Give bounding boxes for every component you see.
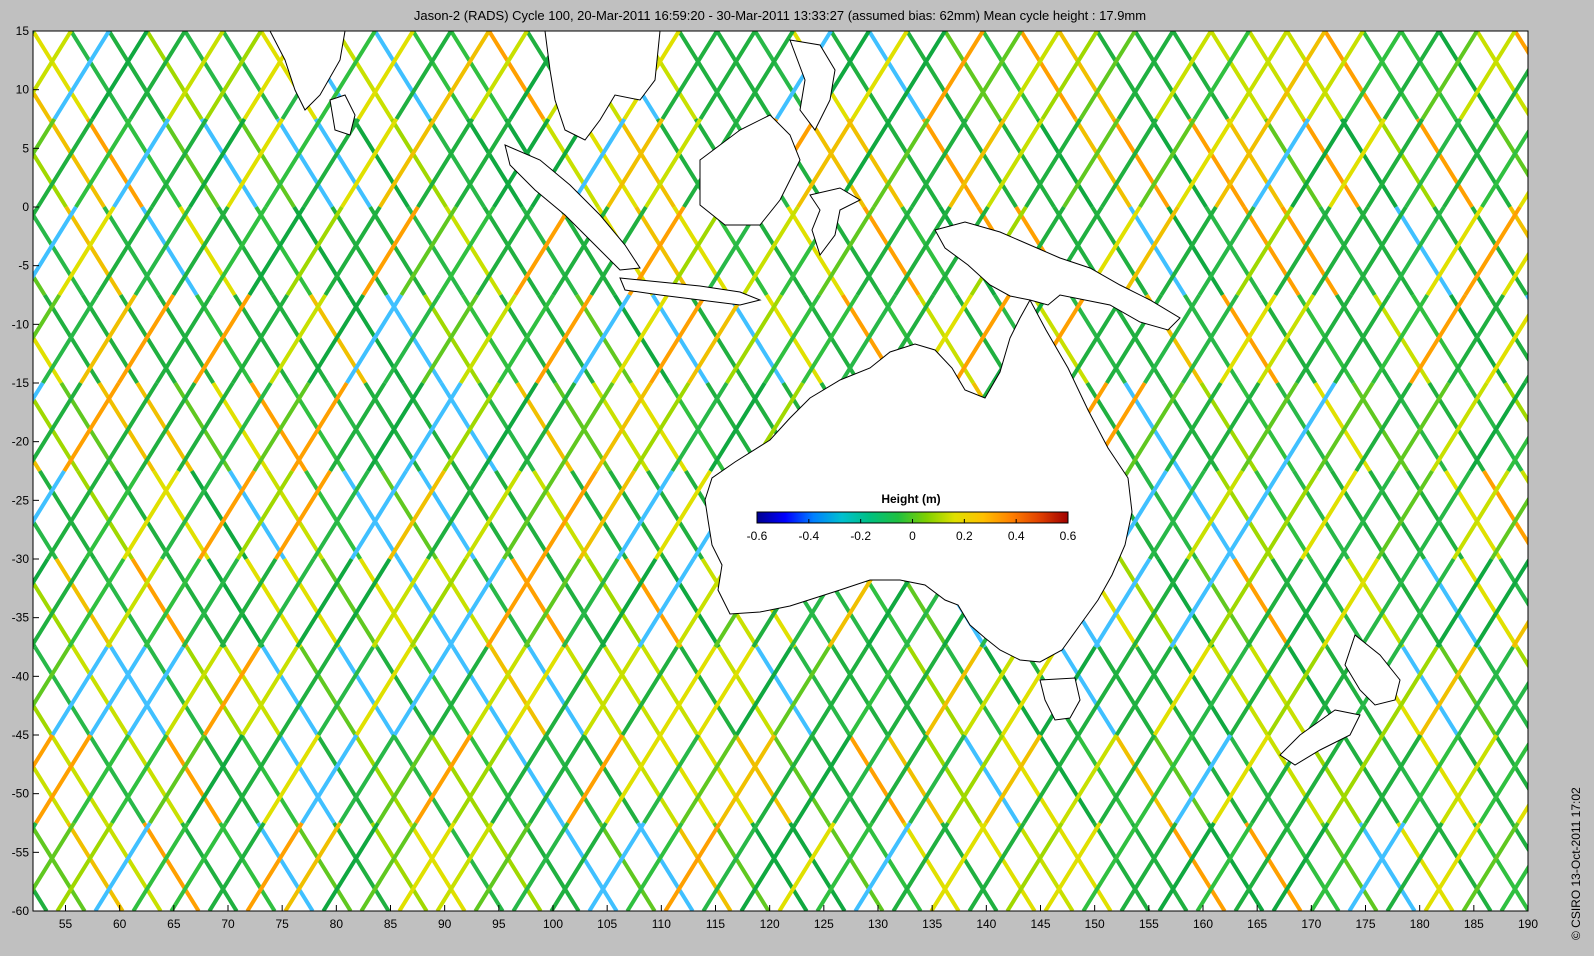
colorbar-tick-label: 0.6 bbox=[1060, 529, 1077, 543]
track-segment bbox=[0, 735, 15, 823]
track-segment bbox=[1539, 823, 1594, 911]
track-segment bbox=[0, 119, 28, 207]
y-tick-label: -35 bbox=[12, 611, 30, 625]
y-tick-label: -20 bbox=[12, 435, 30, 449]
x-tick-label: 155 bbox=[1139, 917, 1159, 931]
x-tick-label: 90 bbox=[438, 917, 452, 931]
x-tick-label: 80 bbox=[330, 917, 344, 931]
track-segment bbox=[0, 471, 26, 559]
y-tick-label: 5 bbox=[22, 141, 29, 155]
track-segment bbox=[1543, 383, 1594, 471]
x-tick-label: 100 bbox=[543, 917, 563, 931]
colorbar-tick-label: -0.6 bbox=[747, 529, 768, 543]
x-tick-label: 110 bbox=[652, 917, 671, 931]
track-segment bbox=[1524, 294, 1528, 301]
track-segment bbox=[1538, 559, 1593, 647]
x-tick-label: 65 bbox=[167, 917, 181, 931]
track-segment bbox=[0, 735, 30, 823]
y-tick-label: -15 bbox=[12, 376, 30, 390]
track-segment bbox=[1546, 383, 1594, 471]
colorbar-tick-label: 0 bbox=[909, 529, 916, 543]
x-tick-label: 185 bbox=[1464, 917, 1484, 931]
x-tick-label: 85 bbox=[384, 917, 398, 931]
track-segment bbox=[0, 119, 16, 207]
x-tick-label: 70 bbox=[221, 917, 235, 931]
track-segment bbox=[0, 295, 21, 383]
track-segment bbox=[33, 31, 35, 35]
x-tick-label: 130 bbox=[868, 917, 888, 931]
y-tick-label: -45 bbox=[12, 728, 30, 742]
track-segment bbox=[1535, 647, 1590, 735]
colorbar-tick-label: -0.2 bbox=[850, 529, 871, 543]
track-segment bbox=[33, 640, 37, 649]
y-tick-label: -50 bbox=[12, 787, 30, 801]
x-tick-label: 60 bbox=[113, 917, 127, 931]
colorbar-label: Height (m) bbox=[881, 492, 940, 506]
x-tick-label: 160 bbox=[1193, 917, 1213, 931]
x-tick-label: 95 bbox=[492, 917, 506, 931]
y-tick-label: -25 bbox=[12, 493, 30, 507]
track-segment bbox=[0, 295, 23, 383]
colorbar-tick-label: 0.2 bbox=[956, 529, 973, 543]
y-tick-label: -60 bbox=[12, 904, 30, 918]
track-segment bbox=[1536, 31, 1591, 119]
x-tick-label: 120 bbox=[760, 917, 780, 931]
x-tick-label: 180 bbox=[1410, 917, 1430, 931]
y-tick-label: -30 bbox=[12, 552, 30, 566]
track-segment bbox=[0, 647, 13, 735]
y-tick-label: 0 bbox=[22, 200, 29, 214]
track-segment bbox=[1527, 557, 1528, 558]
x-tick-label: 190 bbox=[1518, 917, 1538, 931]
x-tick-label: 175 bbox=[1355, 917, 1375, 931]
track-segment bbox=[33, 821, 38, 832]
track-segment bbox=[0, 647, 31, 735]
x-tick-label: 135 bbox=[922, 917, 942, 931]
y-tick-label: -5 bbox=[18, 259, 29, 273]
x-tick-label: 165 bbox=[1247, 917, 1267, 931]
x-tick-label: 115 bbox=[706, 917, 725, 931]
y-tick-label: 15 bbox=[16, 24, 30, 38]
track-segment bbox=[1532, 119, 1587, 207]
x-tick-label: 55 bbox=[59, 917, 73, 931]
x-tick-label: 125 bbox=[814, 917, 834, 931]
credit-watermark: © CSIRO 13-Oct-2011 17:02 bbox=[1569, 787, 1583, 940]
y-tick-label: 10 bbox=[16, 83, 30, 97]
track-segment bbox=[1541, 207, 1594, 295]
y-tick-label: -55 bbox=[12, 845, 30, 859]
sea-surface-height-map-figure: Jason-2 (RADS) Cycle 100, 20-Mar-2011 16… bbox=[0, 8, 1594, 940]
track-segment bbox=[33, 205, 40, 219]
colorbar-tick-label: 0.4 bbox=[1008, 529, 1025, 543]
x-tick-label: 150 bbox=[1085, 917, 1105, 931]
y-tick-label: -40 bbox=[12, 669, 30, 683]
colorbar-tick-label: -0.4 bbox=[798, 529, 819, 543]
x-tick-label: 75 bbox=[275, 917, 289, 931]
figure-title: Jason-2 (RADS) Cycle 100, 20-Mar-2011 16… bbox=[414, 8, 1146, 23]
x-tick-label: 105 bbox=[597, 917, 617, 931]
track-segment bbox=[1520, 469, 1528, 485]
y-tick-label: -10 bbox=[12, 317, 30, 331]
track-segment bbox=[1523, 373, 1528, 385]
track-segment bbox=[0, 471, 18, 559]
x-tick-label: 170 bbox=[1301, 917, 1321, 931]
x-tick-label: 145 bbox=[1030, 917, 1050, 931]
x-tick-label: 140 bbox=[976, 917, 996, 931]
